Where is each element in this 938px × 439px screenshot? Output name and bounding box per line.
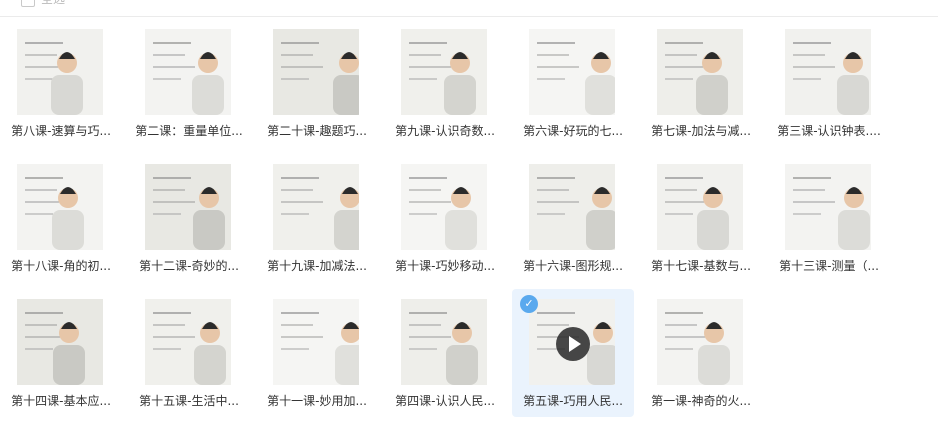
video-thumbnail[interactable] (785, 164, 871, 250)
file-tile[interactable]: 第六课-好玩的七... (512, 19, 634, 147)
file-title[interactable]: 第四课-认识人民... (384, 393, 506, 409)
video-thumbnail[interactable] (657, 164, 743, 250)
video-thumbnail[interactable] (17, 29, 103, 115)
file-title[interactable]: 第六课-好玩的七... (512, 123, 634, 139)
file-tile[interactable]: 第十七课-基数与... (640, 154, 762, 282)
file-tile[interactable]: 第三课-认识钟表.... (768, 19, 890, 147)
file-title[interactable]: 第一课-神奇的火... (640, 393, 762, 409)
file-tile[interactable]: 第十四课-基本应... (0, 289, 122, 417)
video-thumbnail[interactable] (401, 29, 487, 115)
file-tile[interactable]: 第十课-巧妙移动... (384, 154, 506, 282)
file-title[interactable]: 第五课-巧用人民... (512, 393, 634, 409)
file-grid: 第八课-速算与巧... 第二课：重量单位... 第二十课-趣题巧... 第九课-认识奇… (0, 0, 938, 439)
video-thumbnail[interactable] (273, 29, 359, 115)
file-title[interactable]: 第十六课-图形规... (512, 258, 634, 274)
video-thumbnail[interactable] (145, 29, 231, 115)
file-tile[interactable]: 第九课-认识奇数... (384, 19, 506, 147)
file-tile[interactable]: 第十五课-生活中... (128, 289, 250, 417)
file-tile[interactable]: 第十三课-测量（... (768, 154, 890, 282)
file-title[interactable]: 第十三课-测量（... (768, 258, 890, 274)
file-title[interactable]: 第十九课-加减法... (256, 258, 378, 274)
file-title[interactable]: 第二十课-趣题巧... (256, 123, 378, 139)
file-tile[interactable]: 第十八课-角的初... (0, 154, 122, 282)
file-tile[interactable]: 第二课：重量单位... (128, 19, 250, 147)
video-thumbnail[interactable] (273, 164, 359, 250)
video-thumbnail[interactable] (529, 29, 615, 115)
file-tile[interactable]: 第七课-加法与减... (640, 19, 762, 147)
file-title[interactable]: 第十四课-基本应... (0, 393, 122, 409)
file-tile[interactable]: 第十六课-图形规... (512, 154, 634, 282)
video-thumbnail[interactable] (17, 299, 103, 385)
file-tile[interactable]: 第十一课-妙用加... (256, 289, 378, 417)
file-tile[interactable]: 第二十课-趣题巧... (256, 19, 378, 147)
file-tile[interactable]: 第十九课-加减法... (256, 154, 378, 282)
checkmark-icon[interactable]: ✓ (520, 295, 538, 313)
file-tile[interactable]: 第一课-神奇的火... (640, 289, 762, 417)
file-tile[interactable]: ✓ 第五课-巧用人民... (512, 289, 634, 417)
video-thumbnail[interactable] (145, 164, 231, 250)
video-thumbnail[interactable] (17, 164, 103, 250)
file-tile[interactable]: 第四课-认识人民... (384, 289, 506, 417)
file-title[interactable]: 第十七课-基数与... (640, 258, 762, 274)
video-thumbnail[interactable] (657, 299, 743, 385)
video-thumbnail[interactable] (657, 29, 743, 115)
video-thumbnail[interactable] (145, 299, 231, 385)
video-thumbnail[interactable] (785, 29, 871, 115)
video-thumbnail[interactable] (401, 164, 487, 250)
file-title[interactable]: 第八课-速算与巧... (0, 123, 122, 139)
file-title[interactable]: 第三课-认识钟表.... (768, 123, 890, 139)
video-thumbnail[interactable] (273, 299, 359, 385)
file-title[interactable]: 第十五课-生活中... (128, 393, 250, 409)
file-title[interactable]: 第十八课-角的初... (0, 258, 122, 274)
file-tile[interactable]: 第十二课-奇妙的... (128, 154, 250, 282)
file-title[interactable]: 第二课：重量单位... (128, 123, 250, 139)
play-icon[interactable] (556, 327, 590, 361)
video-thumbnail[interactable] (529, 164, 615, 250)
file-title[interactable]: 第九课-认识奇数... (384, 123, 506, 139)
file-title[interactable]: 第十一课-妙用加... (256, 393, 378, 409)
file-tile[interactable]: 第八课-速算与巧... (0, 19, 122, 147)
file-title[interactable]: 第十课-巧妙移动... (384, 258, 506, 274)
file-title[interactable]: 第七课-加法与减... (640, 123, 762, 139)
video-thumbnail[interactable] (401, 299, 487, 385)
file-title[interactable]: 第十二课-奇妙的... (128, 258, 250, 274)
